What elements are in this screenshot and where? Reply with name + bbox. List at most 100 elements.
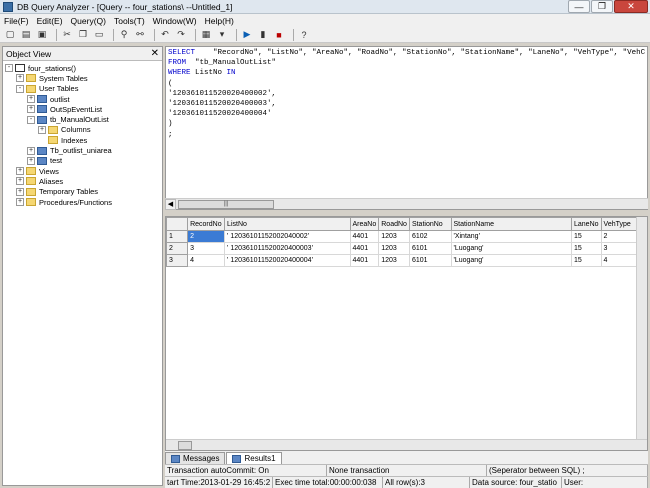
save-icon[interactable]: ▣ [36, 29, 48, 41]
menu-window[interactable]: Window(W) [153, 16, 197, 26]
tree-node[interactable]: + Views [5, 166, 162, 176]
table-cell[interactable]: 'Xintang' [450, 230, 572, 243]
table-cell[interactable]: 6101 [408, 254, 452, 267]
tree-node[interactable]: + Procedures/Functions [5, 197, 162, 207]
table-cell[interactable]: ' 120361011520020400004' [224, 254, 351, 267]
tree-node[interactable]: + System Tables [5, 73, 162, 83]
table-cell[interactable]: 6102 [408, 230, 452, 243]
copy-icon[interactable]: ❐ [77, 29, 89, 41]
minimize-button[interactable]: — [568, 0, 590, 13]
cut-icon[interactable]: ✂ [61, 29, 73, 41]
expand-icon[interactable]: + [16, 198, 24, 206]
table-row[interactable]: 3 4 ' 120361011520020400004' 4401 1203 6101 'L… [166, 254, 647, 267]
results-vertical-scrollbar[interactable] [636, 217, 647, 450]
tab-messages[interactable]: Messages [165, 452, 226, 464]
table-cell[interactable]: 4 [187, 254, 226, 267]
tree-node[interactable]: + Temporary Tables [5, 187, 162, 197]
execute-icon[interactable]: ▶ [241, 29, 253, 41]
tree-node[interactable]: - User Tables [5, 84, 162, 94]
table-cell[interactable]: ' 1203610115200204000​2' [224, 230, 351, 243]
grid-view-icon[interactable]: ▦ [200, 29, 212, 41]
table-cell[interactable]: 'Luogang' [450, 242, 572, 255]
expand-icon[interactable]: + [16, 187, 24, 196]
dropdown-arrow-icon[interactable]: ▾ [216, 29, 228, 41]
collapse-icon[interactable]: - [5, 64, 13, 73]
scroll-left-icon[interactable]: ◀ [165, 198, 176, 210]
table-cell[interactable]: 2 [600, 230, 638, 243]
expand-icon[interactable]: + [16, 167, 24, 176]
sql-editor[interactable]: SELECT "RecordNo", "ListNo", "AreaNo", "… [165, 46, 648, 210]
expand-icon[interactable]: + [27, 146, 35, 155]
scroll-thumb[interactable] [178, 440, 192, 450]
table-cell[interactable]: 6101 [408, 242, 452, 255]
column-header[interactable]: RecordNo [187, 217, 226, 231]
tree-node[interactable]: + Tb_outlist_uniarea [5, 145, 162, 155]
expand-icon[interactable]: + [16, 74, 24, 83]
redo-icon[interactable]: ↷ [175, 29, 187, 41]
tree-node[interactable]: Indexes [5, 135, 162, 145]
column-header[interactable]: StationNo [408, 217, 452, 231]
table-cell[interactable]: 4 [600, 254, 638, 267]
table-cell[interactable]: 15 [571, 230, 602, 243]
help-icon[interactable]: ? [298, 29, 310, 41]
column-header[interactable]: StationName [450, 217, 572, 231]
column-header[interactable]: ListNo [224, 217, 351, 231]
table-cell[interactable]: 1203 [378, 254, 410, 267]
column-header[interactable]: AreaNo [349, 217, 380, 231]
menu-file[interactable]: File(F) [4, 16, 29, 26]
table-row[interactable]: 1 2 ' 1203610115200204000​2' 4401 1203 6102 'X… [166, 230, 647, 243]
editor-horizontal-scrollbar[interactable]: ◀ ||| [165, 198, 648, 210]
table-cell[interactable]: 1203 [378, 242, 410, 255]
column-header[interactable]: LaneNo [571, 217, 602, 231]
tree-node[interactable]: + test [5, 156, 162, 166]
column-header[interactable] [166, 217, 189, 231]
find-icon[interactable]: ⚲ [118, 29, 130, 41]
tree-node[interactable]: + Columns [5, 125, 162, 135]
row-number[interactable]: 3 [166, 254, 189, 267]
collapse-icon[interactable]: - [16, 84, 24, 93]
tab-results1[interactable]: Results1 [226, 452, 282, 464]
table-cell[interactable]: 1203 [378, 230, 410, 243]
tree-node[interactable]: - tb_ManualOutList [5, 114, 162, 124]
results-grid[interactable]: RecordNo ListNo AreaNo RoadNo StationNo Stati… [165, 216, 648, 451]
undo-icon[interactable]: ↶ [159, 29, 171, 41]
column-header[interactable]: VehType [600, 217, 638, 231]
menu-help[interactable]: Help(H) [205, 16, 234, 26]
close-button[interactable]: ✕ [614, 0, 648, 13]
paste-icon[interactable]: ▭ [93, 29, 105, 41]
table-row[interactable]: 2 3 ' 120361011520020400003' 4401 1203 6101 'L… [166, 242, 647, 255]
menu-tools[interactable]: Tools(T) [114, 16, 145, 26]
table-cell[interactable]: 'Luogang' [450, 254, 572, 267]
table-cell[interactable]: 4401 [349, 230, 380, 243]
replace-icon[interactable]: ⚯ [134, 29, 146, 41]
open-folder-icon[interactable]: ▤ [20, 29, 32, 41]
tree-node[interactable]: + Aliases [5, 176, 162, 186]
table-cell[interactable]: 4401 [349, 242, 380, 255]
row-number[interactable]: 2 [166, 242, 189, 255]
column-header[interactable]: RoadNo [378, 217, 410, 231]
new-file-icon[interactable]: ▢ [4, 29, 16, 41]
table-cell[interactable]: 15 [571, 242, 602, 255]
table-cell[interactable]: 2 [187, 230, 226, 243]
table-cell[interactable]: ' 120361011520020400003' [224, 242, 351, 255]
scroll-thumb[interactable]: ||| [178, 199, 274, 209]
table-cell[interactable]: 4401 [349, 254, 380, 267]
stop-icon[interactable]: ■ [273, 29, 285, 41]
table-cell[interactable]: 3 [187, 242, 226, 255]
table-cell[interactable]: 3 [600, 242, 638, 255]
row-number[interactable]: 1 [166, 230, 189, 243]
maximize-button[interactable]: ❐ [591, 0, 613, 13]
tree-node[interactable]: + OutSpEventList [5, 104, 162, 114]
expand-icon[interactable]: + [38, 125, 46, 134]
tree-node[interactable]: + outlist [5, 94, 162, 104]
expand-icon[interactable]: + [27, 156, 35, 165]
collapse-icon[interactable]: - [27, 115, 35, 124]
menu-edit[interactable]: Edit(E) [37, 16, 63, 26]
tree-node[interactable]: - four_stations() [5, 63, 162, 73]
expand-icon[interactable]: + [27, 95, 35, 104]
expand-icon[interactable]: + [16, 177, 24, 186]
results-horizontal-scrollbar[interactable] [166, 439, 647, 450]
execute-step-icon[interactable]: ▮ [257, 29, 269, 41]
object-view-close-icon[interactable]: ✕ [151, 48, 159, 59]
expand-icon[interactable]: + [27, 105, 35, 114]
